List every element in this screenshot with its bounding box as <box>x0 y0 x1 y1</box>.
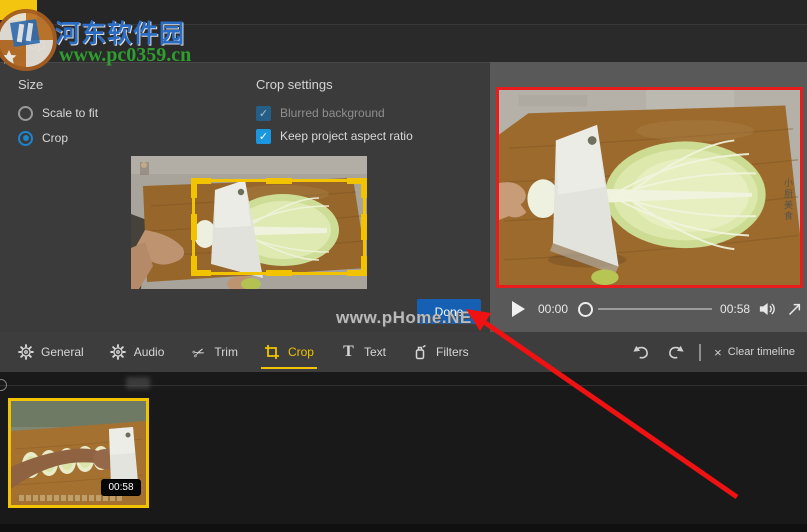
watermark-site-url: www.pc0359.cn <box>59 44 192 66</box>
scale-to-fit-label: Scale to fit <box>42 106 99 120</box>
redo-icon <box>669 345 684 359</box>
tab-filters[interactable]: Filters <box>399 332 482 372</box>
gear-icon <box>17 344 34 361</box>
timeline-ruler <box>0 385 807 386</box>
speaker-icon <box>759 302 775 316</box>
channel-watermark-text: 小厨美食 <box>783 178 793 222</box>
current-time: 00:00 <box>538 302 569 316</box>
scale-to-fit-option[interactable]: Scale to fit <box>18 104 98 122</box>
blurred-background-option: ✓ Blurred background <box>256 104 385 122</box>
player-controls: 00:00 00:58 <box>490 289 807 329</box>
fullscreen-button[interactable] <box>787 302 802 317</box>
tool-tabs: General Audio ✂ Trim Crop T Text Filters <box>0 332 482 372</box>
tab-trim-label: Trim <box>214 345 238 359</box>
tab-text-label: Text <box>363 345 386 359</box>
crop-handle-top-right[interactable] <box>347 178 367 198</box>
crop-option[interactable]: Crop <box>18 129 68 147</box>
seek-track[interactable] <box>598 308 713 310</box>
text-icon: T <box>343 343 354 360</box>
crop-panel: Size Scale to fit Crop Crop settings ✓ B… <box>0 62 490 332</box>
tab-audio-label: Audio <box>133 345 165 359</box>
preview-video-image <box>499 90 800 285</box>
tab-general-label: General <box>41 345 84 359</box>
crop-option-label: Crop <box>42 131 69 145</box>
blurred-background-label: Blurred background <box>280 106 385 120</box>
crop-selection-box[interactable] <box>191 178 367 276</box>
radio-selected-icon[interactable] <box>18 130 33 146</box>
crop-handle-bottom-right[interactable] <box>347 256 367 276</box>
tab-crop[interactable]: Crop <box>251 332 327 372</box>
preview-panel: 小厨美食 00:00 00:58 <box>490 62 807 332</box>
timeline-clip[interactable]: 00:58 <box>8 398 149 508</box>
seek-slider[interactable] <box>578 301 713 317</box>
seek-knob[interactable] <box>578 301 594 317</box>
crop-canvas-video[interactable] <box>131 156 367 289</box>
crop-handle-left[interactable] <box>191 214 197 240</box>
crop-handle-right[interactable] <box>361 214 367 240</box>
checkbox-checked-icon[interactable]: ✓ <box>256 128 271 144</box>
toolbar-history-controls: × Clear timeline <box>631 343 807 361</box>
crop-icon <box>264 344 281 361</box>
crop-handle-bottom[interactable] <box>266 270 292 276</box>
app-window: { "window": { "title": "Icecream Video E… <box>0 0 807 532</box>
undo-icon <box>633 345 649 359</box>
tab-trim[interactable]: ✂ Trim <box>177 332 251 372</box>
tab-crop-label: Crop <box>287 345 314 359</box>
timeline-bottom-strip <box>0 524 807 532</box>
undo-button[interactable] <box>631 343 652 361</box>
preview-video-highlight-frame: 小厨美食 <box>496 87 803 288</box>
toolbar-divider <box>699 343 702 361</box>
redo-button[interactable] <box>665 343 686 361</box>
keep-aspect-ratio-option[interactable]: ✓ Keep project aspect ratio <box>256 127 413 145</box>
timeline[interactable]: 00:58 <box>0 372 807 532</box>
tab-text[interactable]: T Text <box>327 332 399 372</box>
clear-timeline-button[interactable]: × Clear timeline <box>714 345 795 360</box>
tab-filters-label: Filters <box>435 345 469 359</box>
editor-toolbar: General Audio ✂ Trim Crop T Text Filters… <box>0 332 807 372</box>
radio-unselected-icon[interactable] <box>18 105 33 121</box>
crop-handle-top[interactable] <box>266 178 292 184</box>
scissors-icon: ✂ <box>190 342 208 363</box>
time-marker-blur <box>126 377 150 389</box>
volume-button[interactable] <box>759 301 778 317</box>
play-button[interactable] <box>512 301 525 317</box>
size-section-heading: Size <box>18 77 44 92</box>
crop-settings-heading: Crop settings <box>256 77 333 92</box>
clear-timeline-label: Clear timeline <box>727 346 795 358</box>
crop-handle-bottom-left[interactable] <box>191 256 211 276</box>
keep-aspect-ratio-label: Keep project aspect ratio <box>280 129 413 143</box>
clip-duration-badge: 00:58 <box>101 479 141 496</box>
gear-icon <box>110 344 127 361</box>
tab-general[interactable]: General <box>4 332 97 372</box>
fullscreen-icon <box>789 303 801 315</box>
video-watermark-text: www.pHome.NET <box>336 308 483 327</box>
crop-handle-top-left[interactable] <box>191 178 211 198</box>
tab-audio[interactable]: Audio <box>97 332 178 372</box>
total-duration: 00:58 <box>720 302 751 316</box>
checkbox-checked-disabled-icon: ✓ <box>256 105 271 121</box>
playhead-marker[interactable] <box>0 379 7 391</box>
clear-icon: × <box>714 344 722 360</box>
watermark-site-logo <box>0 9 57 71</box>
filters-icon <box>412 344 429 361</box>
